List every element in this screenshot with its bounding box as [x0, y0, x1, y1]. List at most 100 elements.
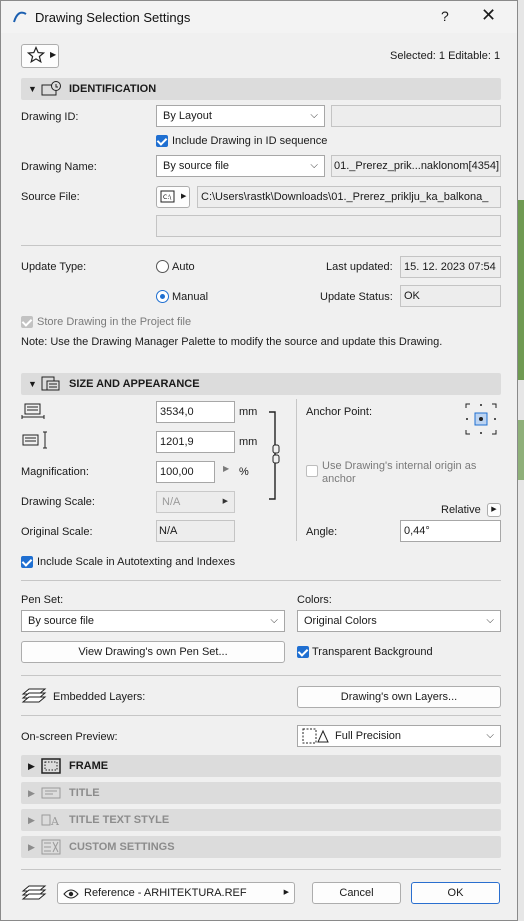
- favorites-button[interactable]: ▶: [21, 44, 59, 68]
- archicad-app-icon: [12, 9, 28, 26]
- expand-triangle-icon: ▶: [28, 761, 35, 771]
- include-id-checkbox[interactable]: [156, 135, 168, 147]
- background-app-strip: [518, 0, 524, 921]
- include-scale-checkbox[interactable]: [21, 556, 33, 568]
- auto-label: Auto: [172, 261, 195, 273]
- collapse-triangle-icon: ▼: [28, 84, 37, 94]
- update-type-label: Update Type:: [21, 261, 87, 273]
- layers-icon: [21, 885, 47, 904]
- ok-button[interactable]: OK: [411, 882, 500, 904]
- divider: [21, 715, 501, 716]
- drawing-id-text[interactable]: [331, 105, 501, 127]
- update-status-value: OK: [400, 285, 501, 307]
- size-appearance-title: SIZE AND APPEARANCE: [69, 378, 200, 390]
- title-icon: [41, 785, 63, 809]
- proportion-chain-icon[interactable]: [267, 411, 283, 504]
- divider: [21, 675, 501, 676]
- drawing-name-select[interactable]: By source file ⌵: [156, 155, 325, 177]
- vertical-divider: [296, 399, 297, 541]
- update-status-label: Update Status:: [320, 291, 393, 303]
- embedded-layers-label: Embedded Layers:: [53, 691, 146, 703]
- last-updated-label: Last updated:: [326, 261, 393, 273]
- width-input[interactable]: 3534,0: [156, 401, 235, 423]
- internal-origin-label-line2: anchor: [322, 473, 356, 485]
- include-id-label: Include Drawing in ID sequence: [172, 135, 328, 147]
- original-scale-value: N/A: [156, 520, 235, 542]
- source-file-type-button[interactable]: C:\ ▶: [156, 186, 190, 208]
- cancel-button[interactable]: Cancel: [312, 882, 401, 904]
- source-file-label: Source File:: [21, 191, 80, 203]
- close-button[interactable]: ✕: [481, 5, 496, 26]
- colors-select[interactable]: Original Colors ⌵: [297, 610, 501, 632]
- frame-section-header[interactable]: ▶ FRAME: [21, 755, 501, 777]
- colors-label: Colors:: [297, 594, 332, 606]
- svg-text:A: A: [50, 815, 60, 828]
- auto-radio[interactable]: [156, 260, 169, 273]
- menu-arrow-icon: ▶: [283, 889, 289, 896]
- custom-settings-section-header[interactable]: ▶ CUSTOM SETTINGS: [21, 836, 501, 858]
- divider: [21, 245, 501, 246]
- internal-origin-checkbox[interactable]: [306, 465, 318, 477]
- anchor-point-selector-icon[interactable]: [465, 403, 497, 438]
- height-unit: mm: [239, 436, 258, 448]
- relative-menu-button[interactable]: ▶: [487, 503, 501, 517]
- width-unit: mm: [239, 406, 258, 418]
- drawing-selection-settings-dialog: Drawing Selection Settings ? ✕ ▶ Selecte…: [0, 0, 518, 921]
- eye-icon: [63, 887, 79, 907]
- drawing-id-select[interactable]: By Layout ⌵: [156, 105, 325, 127]
- divider: [21, 869, 501, 870]
- title-section-header[interactable]: ▶ TITLE: [21, 782, 501, 804]
- height-input[interactable]: 1201,9: [156, 431, 235, 453]
- width-icon: [21, 402, 47, 423]
- drawing-own-layers-button[interactable]: Drawing's own Layers...: [297, 686, 501, 708]
- menu-arrow-icon: ▶: [181, 193, 187, 200]
- source-file-extra: [156, 215, 501, 237]
- on-screen-preview-select[interactable]: Full Precision ⌵: [297, 725, 501, 747]
- full-precision-icon: [302, 728, 330, 746]
- menu-arrow-icon: ▶: [222, 498, 228, 505]
- expand-triangle-icon: ▶: [28, 788, 35, 798]
- magnification-menu-arrow-icon[interactable]: ▶: [223, 464, 229, 473]
- window-title: Drawing Selection Settings: [35, 10, 191, 25]
- title-bar: Drawing Selection Settings ? ✕: [1, 1, 517, 33]
- include-scale-label: Include Scale in Autotexting and Indexes: [37, 556, 236, 568]
- identification-section-header[interactable]: ▼ IDENTIFICATION: [21, 78, 501, 100]
- store-drawing-label: Store Drawing in the Project file: [37, 316, 192, 328]
- custom-settings-icon: [41, 839, 63, 863]
- original-scale-label: Original Scale:: [21, 526, 93, 538]
- chevron-down-icon: ⌵: [270, 615, 278, 626]
- chevron-down-icon: ⌵: [486, 615, 494, 626]
- title-text-style-title: TITLE TEXT STYLE: [69, 814, 170, 826]
- title-title: TITLE: [69, 787, 100, 799]
- drawing-name-text[interactable]: 01._Prerez_prik...naklonom[4354]: [331, 155, 501, 177]
- manual-radio[interactable]: [156, 290, 169, 303]
- drawing-scale-label: Drawing Scale:: [21, 496, 95, 508]
- title-text-style-section-header[interactable]: ▶ A TITLE TEXT STYLE: [21, 809, 501, 831]
- transparent-background-checkbox[interactable]: [297, 646, 309, 658]
- drawing-name-value: By source file: [163, 160, 230, 172]
- magnification-input[interactable]: 100,00: [156, 461, 215, 483]
- frame-title: FRAME: [69, 760, 109, 772]
- angle-input[interactable]: 0,44°: [400, 520, 501, 542]
- on-screen-preview-value: Full Precision: [335, 730, 402, 742]
- size-appearance-section-header[interactable]: ▼ SIZE AND APPEARANCE: [21, 373, 501, 395]
- pen-set-label: Pen Set:: [21, 594, 64, 606]
- pen-set-select[interactable]: By source file ⌵: [21, 610, 285, 632]
- frame-icon: [41, 758, 63, 782]
- collapse-triangle-icon: ▼: [28, 379, 37, 389]
- layer-select-button[interactable]: Reference - ARHITEKTURA.REF ▶: [57, 882, 295, 904]
- internal-origin-label-line1: Use Drawing's internal origin as: [322, 460, 477, 472]
- size-appearance-icon: [41, 376, 63, 400]
- help-button[interactable]: ?: [441, 8, 449, 24]
- identification-title: IDENTIFICATION: [69, 83, 157, 95]
- layer-value: Reference - ARHITEKTURA.REF: [84, 887, 247, 899]
- colors-value: Original Colors: [304, 615, 377, 627]
- view-pen-set-button[interactable]: View Drawing's own Pen Set...: [21, 641, 285, 663]
- chevron-down-icon: ⌵: [310, 110, 318, 121]
- store-drawing-checkbox[interactable]: [21, 316, 33, 328]
- layers-icon: [21, 688, 47, 707]
- drawing-scale-value: N/A: [162, 496, 181, 508]
- drawing-scale-select[interactable]: N/A ▶: [156, 491, 235, 513]
- expand-triangle-icon: ▶: [28, 815, 35, 825]
- drawing-id-icon: [41, 81, 63, 105]
